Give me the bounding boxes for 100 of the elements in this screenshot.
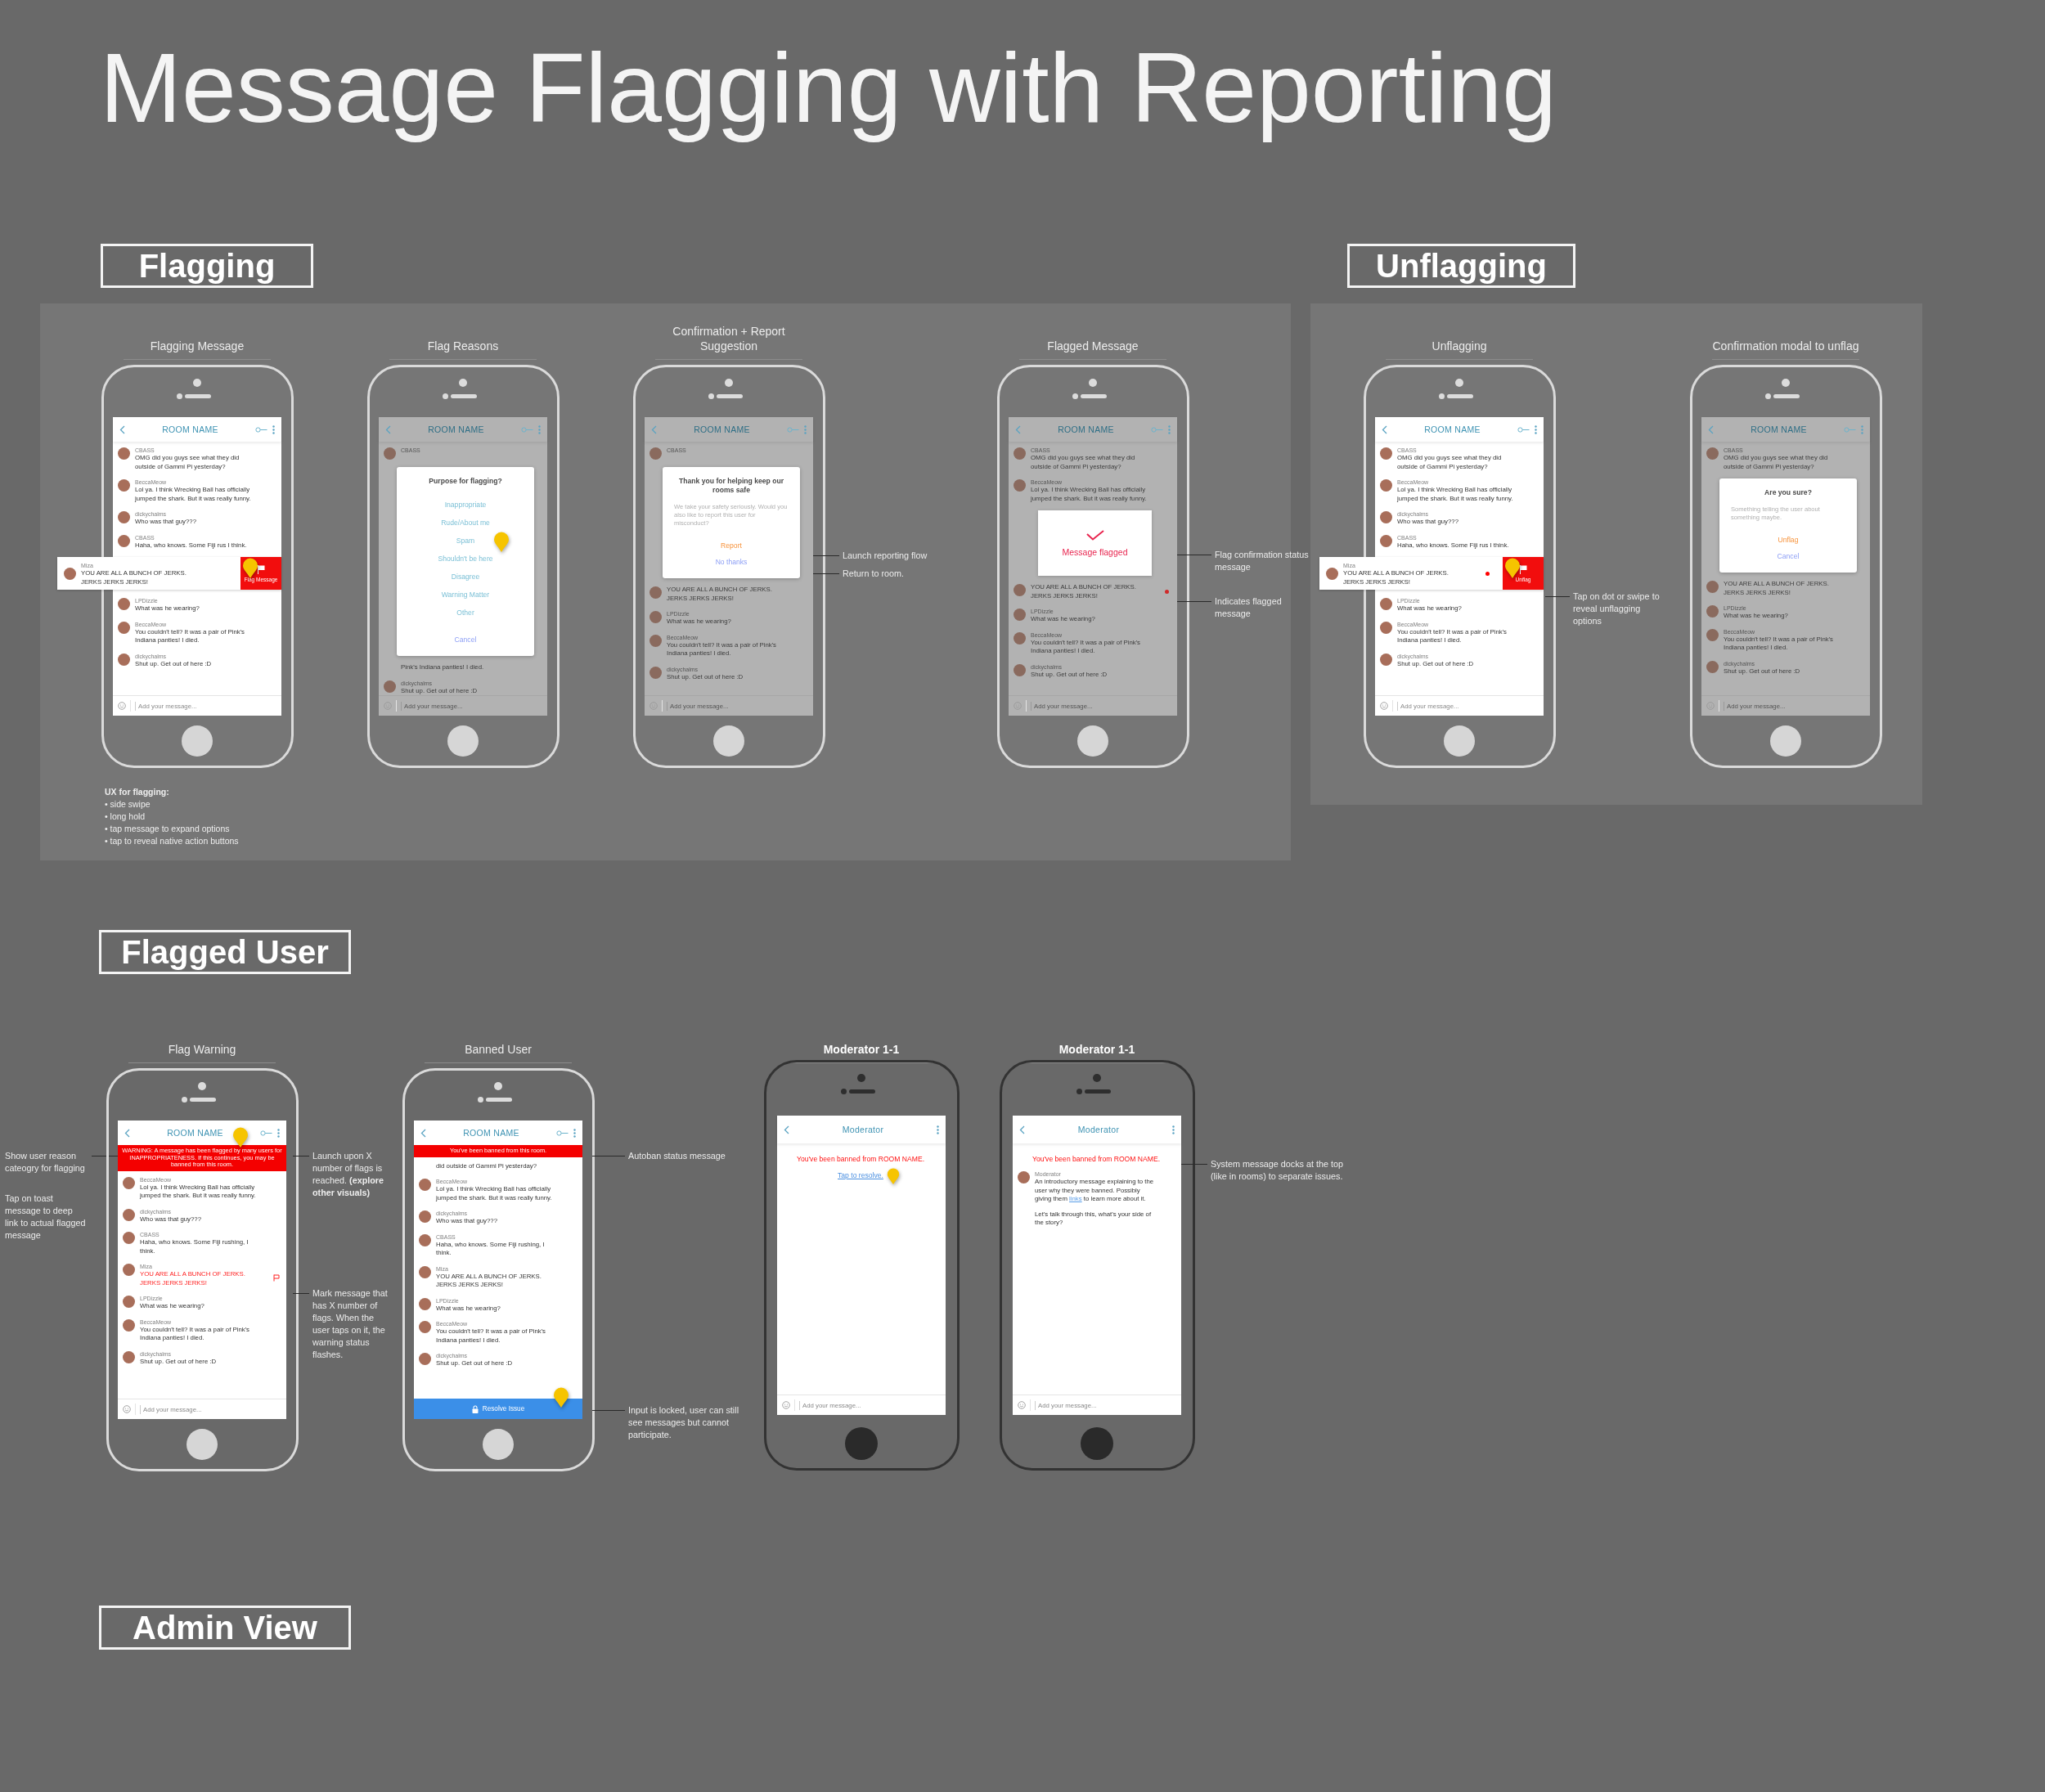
camera-icon — [459, 379, 467, 387]
avatar — [1706, 581, 1719, 593]
dialog-option[interactable]: Inappropriate — [444, 496, 487, 514]
annotation: Flag confirmation status message — [1215, 549, 1310, 573]
annotation: Show user reason cateogry for flagging — [5, 1150, 86, 1174]
toast-text: Message flagged — [1062, 546, 1128, 557]
camera-icon — [857, 1074, 865, 1082]
flag-icon[interactable] — [273, 1274, 280, 1282]
key-icon[interactable] — [260, 1130, 272, 1136]
annotation: Launch reporting flow — [843, 550, 928, 562]
dialog-option[interactable]: No thanks — [715, 554, 748, 570]
avatar — [384, 680, 396, 693]
dialog-option[interactable]: Report — [721, 537, 742, 554]
earpiece-icon — [182, 1097, 216, 1103]
back-icon[interactable] — [1015, 424, 1021, 434]
more-icon[interactable] — [573, 1128, 576, 1138]
dialog-option[interactable]: Warning Matter — [441, 586, 490, 604]
avatar — [1706, 605, 1719, 618]
avatar — [123, 1176, 135, 1189]
more-icon[interactable] — [1861, 424, 1863, 434]
screen-title: Flag Warning — [128, 1017, 276, 1063]
avatar — [419, 1210, 431, 1224]
emoji-icon[interactable] — [1380, 702, 1388, 710]
resolve-button[interactable]: Resolve Issue — [414, 1399, 582, 1419]
back-icon[interactable] — [1382, 424, 1387, 434]
dialog-option[interactable]: Rude/About me — [441, 514, 490, 532]
section-heading: Flagging — [101, 244, 313, 288]
dialog-title: Purpose for flagging? — [428, 477, 503, 486]
home-button[interactable] — [1077, 725, 1108, 757]
leader-line — [293, 1293, 309, 1294]
resolve-link[interactable]: Tap to resolve. — [838, 1171, 883, 1179]
back-icon[interactable] — [1708, 424, 1714, 434]
avatar — [118, 621, 130, 634]
home-button[interactable] — [187, 1429, 218, 1460]
dialog-option[interactable]: Cancel — [454, 631, 477, 648]
emoji-icon[interactable] — [123, 1405, 131, 1413]
home-button[interactable] — [182, 725, 213, 757]
avatar — [649, 447, 662, 460]
avatar — [118, 534, 130, 547]
avatar — [1380, 534, 1392, 547]
emoji-icon[interactable] — [1018, 1401, 1026, 1409]
key-icon[interactable] — [1517, 426, 1530, 433]
chat-title: Moderator — [841, 1125, 885, 1134]
avatar — [1706, 660, 1719, 673]
more-icon[interactable] — [804, 424, 807, 434]
emoji-icon[interactable] — [118, 702, 126, 710]
annotation: Return to room. — [843, 568, 905, 580]
note-item: • tap message to expand options — [105, 823, 231, 835]
more-icon[interactable] — [1172, 1125, 1175, 1134]
more-icon[interactable] — [277, 1128, 280, 1138]
annotation: Tap on toast message to deep link to actual flagged message — [5, 1192, 87, 1242]
annotation: Input is locked, user can still see messages but cannot participate. — [628, 1404, 740, 1441]
dialog-option[interactable]: Disagree — [451, 568, 480, 586]
flag-dot-icon[interactable] — [1485, 571, 1490, 576]
back-icon[interactable] — [119, 424, 125, 434]
more-icon[interactable] — [272, 424, 275, 434]
home-button[interactable] — [1081, 1427, 1113, 1460]
key-icon[interactable] — [255, 426, 267, 433]
annotation: Autoban status message — [628, 1150, 726, 1162]
home-button[interactable] — [713, 725, 744, 757]
emoji-icon[interactable] — [782, 1401, 790, 1409]
more-icon[interactable] — [538, 424, 541, 434]
flag-dot-icon[interactable] — [1165, 590, 1169, 594]
avatar — [1380, 621, 1392, 634]
screen-title: Flagging Message — [124, 314, 271, 360]
home-button[interactable] — [483, 1429, 514, 1460]
chat-title: ROOM NAME — [1057, 424, 1115, 434]
avatar — [1706, 628, 1719, 641]
home-button[interactable] — [845, 1427, 878, 1460]
home-button[interactable] — [1770, 725, 1801, 757]
system-message: You've been banned from ROOM NAME. — [1031, 1155, 1161, 1163]
back-icon[interactable] — [784, 1125, 789, 1134]
key-icon[interactable] — [556, 1130, 569, 1136]
screen-title: Flagged Message — [1019, 314, 1166, 360]
camera-icon — [1782, 379, 1790, 387]
more-icon[interactable] — [937, 1125, 939, 1134]
home-button[interactable] — [1444, 725, 1475, 757]
dialog-option[interactable]: Cancel — [1777, 548, 1800, 564]
avatar — [419, 1321, 431, 1334]
dialog-option[interactable]: Other — [456, 604, 474, 622]
avatar — [1380, 598, 1392, 610]
dialog-option[interactable]: Unflag — [1778, 532, 1799, 548]
back-icon[interactable] — [420, 1128, 426, 1138]
leader-line — [592, 1410, 625, 1411]
avatar — [649, 634, 662, 647]
chat-title: ROOM NAME — [166, 1128, 224, 1138]
home-button[interactable] — [447, 725, 479, 757]
avatar — [649, 666, 662, 679]
dialog-option[interactable]: Shouldn't be here — [438, 550, 493, 568]
more-icon[interactable] — [1168, 424, 1171, 434]
dialog-option[interactable]: Spam — [456, 532, 475, 550]
back-icon[interactable] — [651, 424, 657, 434]
avatar — [123, 1208, 135, 1221]
avatar — [419, 1297, 431, 1310]
annotation: Tap on dot or swipe to reveal unflagging options — [1573, 591, 1661, 627]
more-icon[interactable] — [1535, 424, 1537, 434]
flag-icon — [1519, 564, 1527, 574]
back-icon[interactable] — [385, 424, 391, 434]
back-icon[interactable] — [124, 1128, 130, 1138]
back-icon[interactable] — [1019, 1125, 1025, 1134]
